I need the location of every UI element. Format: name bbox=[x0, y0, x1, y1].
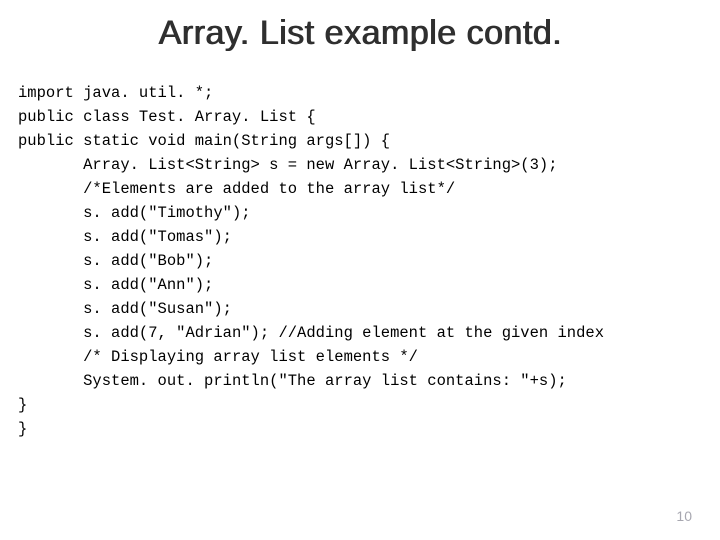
slide-title: Array. List example contd. bbox=[0, 0, 720, 81]
code-line: } bbox=[18, 420, 27, 438]
slide-number: 10 bbox=[676, 508, 692, 524]
code-line: s. add("Ann"); bbox=[83, 276, 213, 294]
code-line: System. out. println("The array list con… bbox=[83, 372, 567, 390]
slide: Array. List example contd. import java. … bbox=[0, 0, 720, 540]
code-line: s. add("Timothy"); bbox=[83, 204, 250, 222]
code-line: public class Test. Array. List { bbox=[18, 108, 316, 126]
code-line: s. add(7, "Adrian"); //Adding element at… bbox=[83, 324, 604, 342]
code-block: import java. util. *; public class Test.… bbox=[0, 81, 720, 441]
code-line: s. add("Tomas"); bbox=[83, 228, 232, 246]
code-line: s. add("Bob"); bbox=[83, 252, 213, 270]
code-line: public static void main(String args[]) { bbox=[18, 132, 390, 150]
code-line: } bbox=[18, 396, 27, 414]
code-line: s. add("Susan"); bbox=[83, 300, 232, 318]
code-line: Array. List<String> s = new Array. List<… bbox=[83, 156, 557, 174]
code-line: /*Elements are added to the array list*/ bbox=[83, 180, 455, 198]
code-line: /* Displaying array list elements */ bbox=[83, 348, 418, 366]
code-line: import java. util. *; bbox=[18, 84, 213, 102]
